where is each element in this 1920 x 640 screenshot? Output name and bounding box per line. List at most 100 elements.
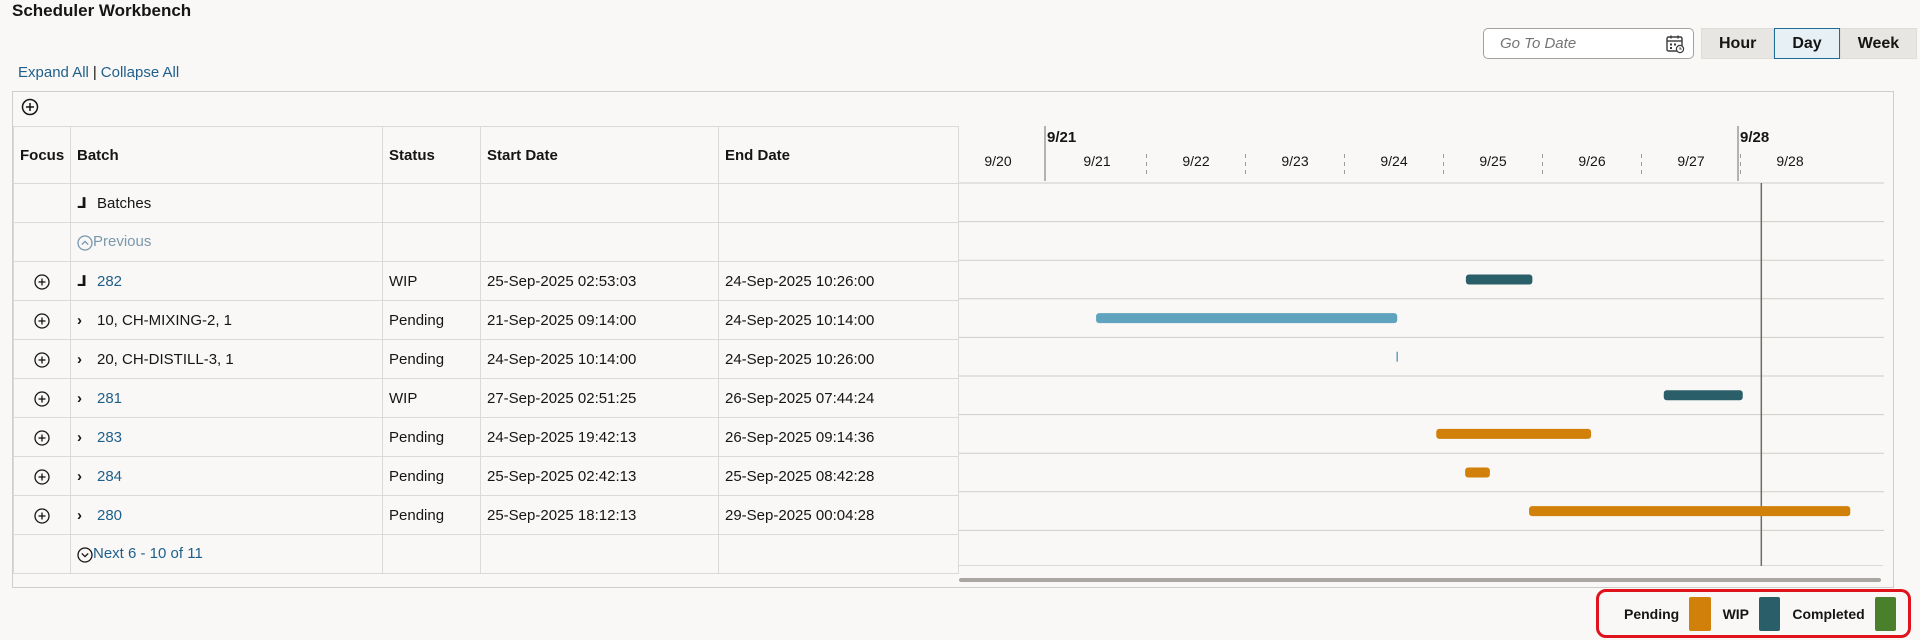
chevron-down-circle-icon[interactable] <box>77 546 93 563</box>
start-cell <box>480 183 719 223</box>
end-cell: 26-Sep-2025 09:14:36 <box>718 417 959 457</box>
gantt-bar <box>1529 506 1851 517</box>
batch-label: Batches <box>97 195 152 212</box>
batch-link[interactable]: 283 <box>97 429 122 446</box>
timeline-day-label: 9/28 <box>1776 153 1803 169</box>
timeline-major-label: 9/21 <box>1047 129 1076 146</box>
end-cell <box>718 222 959 262</box>
start-cell <box>480 222 719 262</box>
focus-cell <box>13 456 71 496</box>
start-cell: 24-Sep-2025 10:14:00 <box>480 339 719 379</box>
scheduler-grid-panel: Focus Batch Status Start Date End Date ⅃… <box>12 91 1894 588</box>
focus-add-icon[interactable] <box>34 312 50 329</box>
focus-add-icon[interactable] <box>34 507 50 524</box>
batch-cell: ⅃ Batches <box>70 183 383 223</box>
legend-swatch-pending <box>1689 596 1711 631</box>
batch-cell: › 281 <box>70 378 383 418</box>
legend-label-completed: Completed <box>1792 605 1865 622</box>
column-header-end-date[interactable]: End Date <box>718 126 959 184</box>
batch-link[interactable]: 280 <box>97 507 122 524</box>
focus-add-icon[interactable] <box>34 390 50 407</box>
timeline-day-label: 9/26 <box>1578 153 1605 169</box>
gantt-bar <box>1465 274 1533 285</box>
end-cell: 24-Sep-2025 10:26:00 <box>718 339 959 379</box>
batch-cell: ⅃ 282 <box>70 261 383 301</box>
start-cell: 25-Sep-2025 02:42:13 <box>480 456 719 496</box>
timeline-day-label: 9/20 <box>984 153 1011 169</box>
gantt-bar <box>1663 390 1743 401</box>
focus-add-icon[interactable] <box>34 273 50 290</box>
column-header-focus[interactable]: Focus <box>13 126 71 184</box>
step-label: 20, CH-DISTILL-3, 1 <box>97 350 234 368</box>
focus-cell <box>13 261 71 301</box>
batch-cell: › 283 <box>70 417 383 457</box>
batch-link[interactable]: 284 <box>97 468 122 485</box>
focus-add-icon[interactable] <box>34 351 50 368</box>
table-row: › 281 WIP 27-Sep-2025 02:51:25 26-Sep-202… <box>13 378 959 418</box>
focus-add-icon[interactable] <box>34 429 50 446</box>
collapse-icon[interactable]: ⅃ <box>77 272 97 290</box>
end-cell: 26-Sep-2025 07:44:24 <box>718 378 959 418</box>
table-row: ⅃ 282 WIP 25-Sep-2025 02:53:03 24-Sep-202… <box>13 261 959 301</box>
focus-add-icon[interactable] <box>34 468 50 485</box>
expand-chevron-icon[interactable]: › <box>77 390 97 407</box>
column-header-start-date[interactable]: Start Date <box>480 126 719 184</box>
expand-collapse-links: Expand All | Collapse All <box>18 64 179 81</box>
timeline-day-label: 9/22 <box>1182 153 1209 169</box>
start-cell: 24-Sep-2025 19:42:13 <box>480 417 719 457</box>
batch-link[interactable]: 282 <box>97 273 122 290</box>
start-cell: 21-Sep-2025 09:14:00 <box>480 300 719 340</box>
status-cell <box>382 183 481 223</box>
end-cell <box>718 183 959 223</box>
add-circle-icon[interactable] <box>21 98 39 116</box>
status-cell: Pending <box>382 300 481 340</box>
focus-cell <box>13 300 71 340</box>
scale-day-button[interactable]: Day <box>1774 28 1840 59</box>
next-page-link[interactable]: Next 6 - 10 of 11 <box>93 545 203 562</box>
column-header-batch[interactable]: Batch <box>70 126 383 184</box>
timeline-major-label: 9/28 <box>1740 129 1769 146</box>
legend-swatch-completed <box>1874 596 1897 631</box>
timeline-day-label: 9/23 <box>1281 153 1308 169</box>
legend-swatch-wip <box>1759 596 1781 631</box>
table-row-next: Next 6 - 10 of 11 <box>13 534 959 574</box>
batch-cell: Previous <box>70 222 383 262</box>
status-cell: Pending <box>382 339 481 379</box>
collapse-all-link[interactable]: Collapse All <box>101 64 179 81</box>
calendar-icon[interactable] <box>1665 34 1685 54</box>
chevron-up-circle-icon[interactable] <box>77 234 93 251</box>
expand-chevron-icon[interactable]: › <box>77 468 97 485</box>
end-cell: 25-Sep-2025 08:42:28 <box>718 456 959 496</box>
end-cell: 29-Sep-2025 00:04:28 <box>718 495 959 535</box>
expand-chevron-icon[interactable]: › <box>77 507 97 524</box>
table-row: › 283 Pending 24-Sep-2025 19:42:13 26-Sep… <box>13 417 959 457</box>
scale-hour-button[interactable]: Hour <box>1701 28 1775 59</box>
horizontal-scrollbar[interactable] <box>959 578 1881 582</box>
timeline-day-label: 9/25 <box>1479 153 1506 169</box>
focus-cell <box>13 534 71 574</box>
column-header-status[interactable]: Status <box>382 126 481 184</box>
step-label: 10, CH-MIXING-2, 1 <box>97 311 233 329</box>
gantt-bar <box>1465 467 1490 478</box>
status-cell: Pending <box>382 495 481 535</box>
expand-all-link[interactable]: Expand All <box>18 64 89 81</box>
timeline-day-label: 9/21 <box>1083 153 1110 169</box>
gantt-chart: 9/21 9/28 9/20 9/21 9/22 9/23 9/24 9/25 9/26 9/27… <box>958 126 1884 566</box>
expand-chevron-icon[interactable]: › <box>77 312 97 329</box>
table-header-row: Focus Batch Status Start Date End Date <box>13 126 959 184</box>
focus-cell <box>13 417 71 457</box>
go-to-date-input[interactable] <box>1484 29 1664 58</box>
link-separator: | <box>92 64 97 81</box>
expand-chevron-icon[interactable]: › <box>77 429 97 446</box>
status-cell: Pending <box>382 456 481 496</box>
legend-label-wip: WIP <box>1722 605 1750 622</box>
end-cell: 24-Sep-2025 10:14:00 <box>718 300 959 340</box>
collapse-icon[interactable]: ⅃ <box>77 194 97 212</box>
scale-week-button[interactable]: Week <box>1839 28 1918 59</box>
batch-cell: Next 6 - 10 of 11 <box>70 534 383 574</box>
batch-table: Focus Batch Status Start Date End Date ⅃… <box>13 126 959 574</box>
expand-chevron-icon[interactable]: › <box>77 351 97 368</box>
batch-link[interactable]: 281 <box>97 390 122 407</box>
previous-link[interactable]: Previous <box>93 233 151 250</box>
gantt-bar <box>1096 313 1398 324</box>
